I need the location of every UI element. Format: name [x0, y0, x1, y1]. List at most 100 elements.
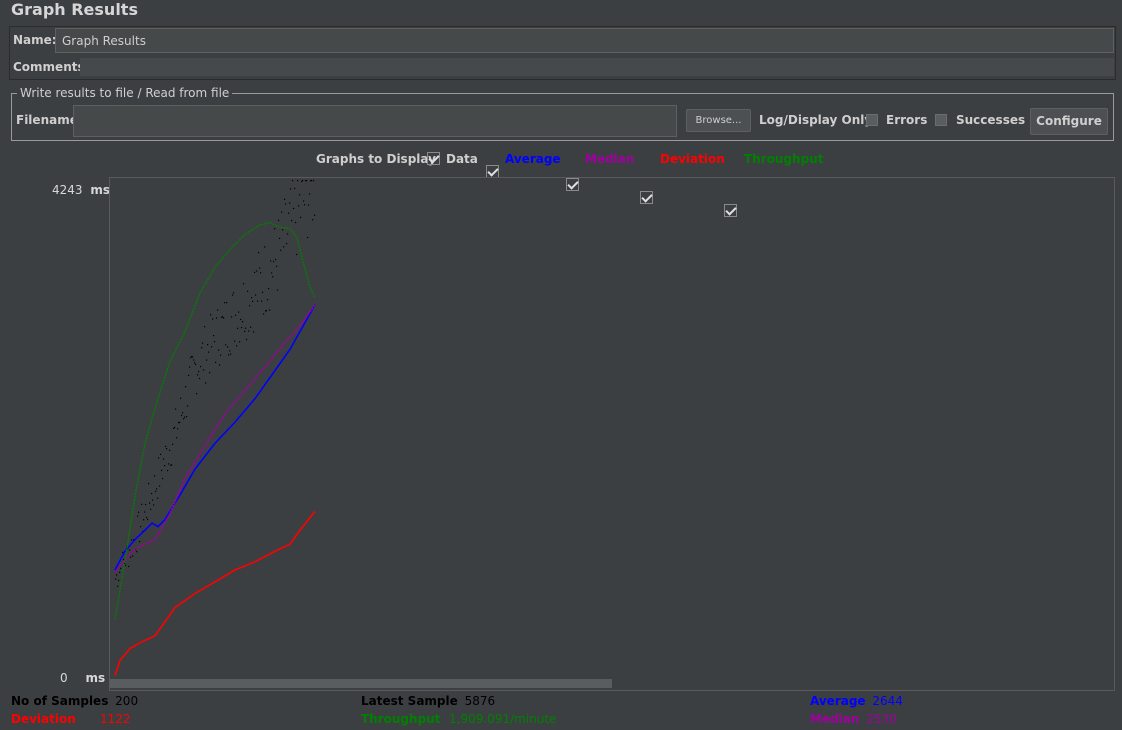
data-point — [137, 515, 139, 517]
data-point — [299, 194, 301, 196]
data-point — [293, 207, 295, 210]
data-point — [162, 477, 164, 480]
data-point — [300, 216, 302, 219]
data-point — [281, 211, 283, 213]
data-point — [181, 414, 183, 416]
data-point — [235, 314, 237, 316]
median-value: 2530 — [866, 712, 897, 726]
data-point — [210, 314, 212, 316]
data-point — [139, 540, 141, 543]
data-point — [245, 327, 247, 329]
data-checkbox[interactable] — [427, 152, 440, 165]
data-point — [147, 518, 149, 521]
data-option-label: Data — [446, 152, 478, 166]
data-point — [150, 508, 152, 510]
data-point — [190, 356, 192, 359]
deviation-label: Deviation — [11, 712, 76, 726]
average-stat: Average 2644 — [810, 694, 903, 708]
data-point — [189, 366, 191, 368]
data-point — [140, 526, 142, 528]
name-field[interactable]: Graph Results — [55, 28, 1114, 53]
data-point — [212, 318, 214, 320]
filename-label: Filename — [16, 113, 78, 127]
data-point — [177, 428, 179, 430]
errors-label: Errors — [886, 113, 928, 127]
latest-sample-stat: Latest Sample 5876 — [361, 694, 495, 708]
data-point — [313, 180, 315, 182]
data-point — [143, 519, 145, 521]
data-point — [285, 203, 287, 205]
data-point — [224, 302, 226, 304]
data-point — [123, 558, 125, 561]
data-point — [153, 504, 155, 506]
data-point — [211, 346, 213, 348]
data-point — [228, 354, 230, 356]
page-title: Graph Results — [11, 0, 138, 19]
data-point — [267, 299, 269, 301]
data-point — [237, 327, 239, 329]
data-point — [136, 551, 138, 553]
data-point — [284, 198, 286, 200]
filename-input[interactable] — [73, 105, 677, 137]
data-point — [296, 253, 298, 256]
data-point — [161, 469, 163, 472]
data-point — [193, 359, 195, 361]
data-point — [201, 347, 203, 349]
data-point — [183, 418, 185, 420]
data-point — [276, 265, 278, 267]
graphs-to-display-label: Graphs to Display — [316, 152, 436, 166]
data-point — [311, 180, 313, 182]
data-point — [149, 502, 151, 504]
errors-checkbox[interactable] — [866, 114, 878, 126]
data-point — [165, 445, 167, 447]
data-point — [180, 397, 182, 399]
successes-checkbox[interactable] — [935, 114, 947, 126]
data-point — [232, 294, 234, 296]
deviation-value: 1122 — [100, 712, 131, 726]
data-point — [249, 305, 251, 307]
data-point — [287, 233, 289, 235]
data-point — [312, 219, 314, 221]
data-point — [145, 503, 147, 506]
data-point — [119, 571, 121, 573]
data-point — [156, 488, 158, 490]
data-point — [238, 311, 240, 313]
data-point — [247, 290, 249, 292]
data-point — [227, 346, 229, 348]
deviation-option-label: Deviation — [660, 152, 725, 166]
data-point — [209, 372, 211, 374]
data-point — [230, 353, 232, 355]
data-point — [241, 326, 243, 329]
configure-button[interactable]: Configure — [1030, 108, 1108, 135]
data-point — [282, 229, 284, 231]
data-point — [158, 457, 160, 459]
data-point — [203, 369, 205, 371]
data-point — [283, 246, 285, 248]
data-point — [261, 300, 263, 302]
data-point — [307, 236, 309, 239]
average-value: 2644 — [872, 694, 903, 708]
data-point — [248, 330, 250, 332]
data-point — [233, 292, 235, 294]
throughput-line — [114, 221, 316, 620]
data-point — [243, 283, 245, 285]
comments-field[interactable] — [80, 58, 1114, 76]
data-point — [216, 317, 218, 319]
data-point — [182, 412, 184, 414]
data-point — [255, 294, 257, 296]
data-point — [194, 362, 196, 364]
data-point — [217, 309, 219, 311]
latest-sample-label: Latest Sample — [361, 694, 458, 708]
data-point — [263, 313, 265, 315]
graph-svg — [114, 180, 316, 676]
data-point — [294, 187, 296, 190]
data-point — [120, 567, 122, 569]
browse-button[interactable]: Browse... — [686, 109, 751, 132]
data-point — [288, 212, 290, 214]
data-point — [275, 258, 277, 261]
data-point — [198, 370, 200, 373]
graph-scrollbar[interactable] — [110, 679, 612, 688]
data-point — [279, 237, 281, 240]
data-point — [223, 317, 225, 319]
data-point — [144, 511, 146, 513]
